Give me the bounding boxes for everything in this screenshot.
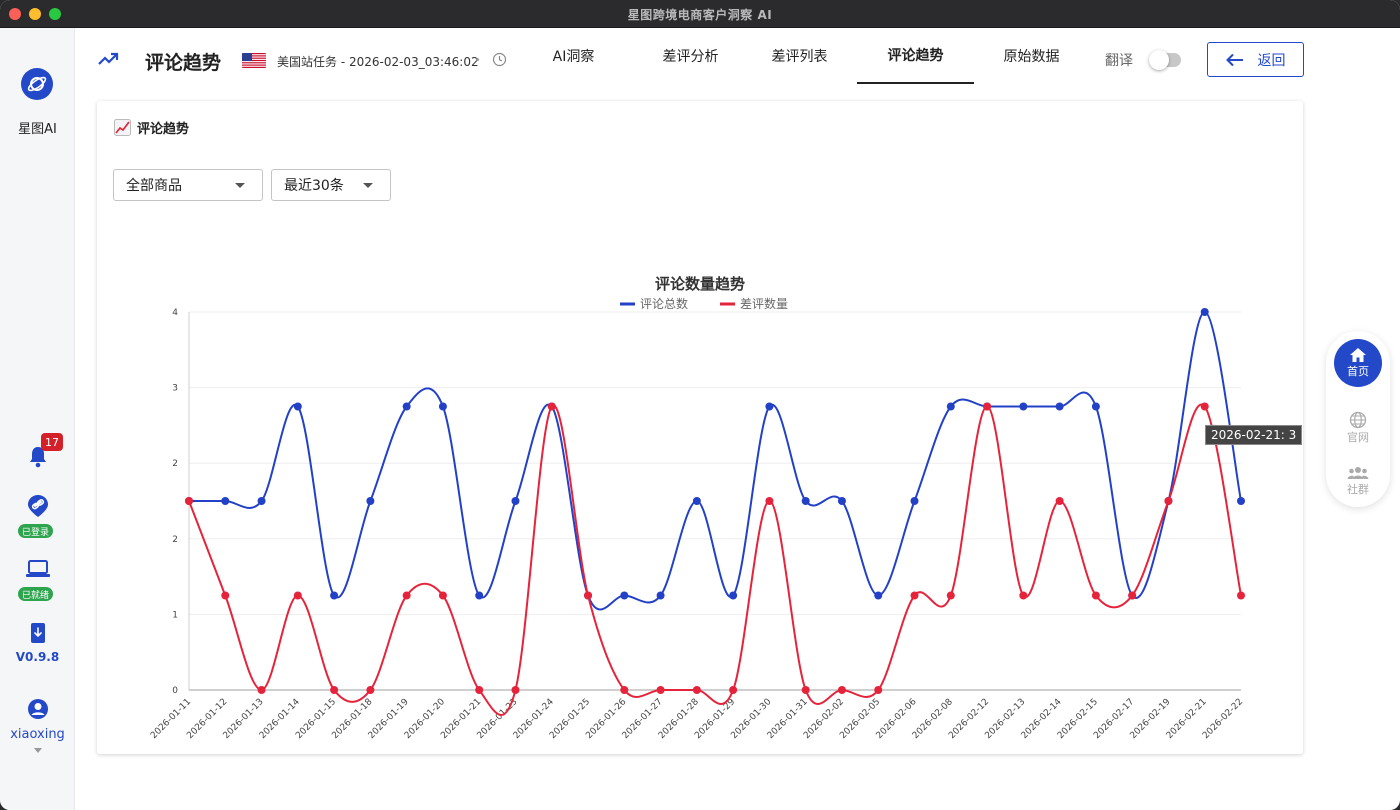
legend-label: 差评数量 xyxy=(740,296,788,311)
data-point-0 xyxy=(910,497,919,505)
chart-tooltip: 2026-02-21: 3 xyxy=(1205,425,1303,445)
data-point-1 xyxy=(293,591,302,600)
community-icon xyxy=(1347,467,1369,479)
home-icon xyxy=(1350,348,1366,362)
data-point-1 xyxy=(1164,497,1173,505)
data-point-0 xyxy=(402,402,411,411)
data-point-0 xyxy=(946,402,955,411)
data-point-1 xyxy=(511,686,520,694)
data-point-0 xyxy=(874,591,883,600)
data-point-1 xyxy=(221,591,230,600)
series-line-1 xyxy=(188,403,1242,716)
data-point-1 xyxy=(656,686,665,694)
data-point-1 xyxy=(983,402,992,411)
chart-title: 评论数量趋势 xyxy=(655,275,745,293)
data-point-1 xyxy=(692,686,701,694)
y-tick-label: 4 xyxy=(172,308,178,318)
data-point-0 xyxy=(1091,402,1100,411)
data-point-1 xyxy=(946,591,955,600)
data-point-0 xyxy=(257,497,266,505)
data-point-0 xyxy=(1200,308,1209,316)
data-point-1 xyxy=(330,686,339,694)
data-point-0 xyxy=(1019,402,1028,411)
data-point-0 xyxy=(438,402,447,411)
data-point-1 xyxy=(584,591,593,600)
data-point-0 xyxy=(801,497,810,505)
community-button[interactable]: 社群 xyxy=(1326,465,1390,497)
app-window: 星图跨境电商客户洞察 AI 星图AI 17 已登录 已就绪 V0.9.8 xia… xyxy=(0,0,1400,810)
data-point-0 xyxy=(729,591,738,600)
home-button[interactable]: 首页 xyxy=(1334,339,1382,387)
data-point-1 xyxy=(874,686,883,694)
data-point-1 xyxy=(366,686,375,694)
data-point-1 xyxy=(837,686,846,694)
y-tick-label: 0 xyxy=(172,686,178,696)
data-point-1 xyxy=(765,497,774,505)
data-point-1 xyxy=(547,402,556,411)
community-label: 社群 xyxy=(1347,483,1369,496)
data-point-0 xyxy=(765,402,774,411)
data-point-0 xyxy=(656,591,665,600)
data-point-1 xyxy=(801,686,810,694)
review-trend-chart: 评论数量趋势评论总数 差评数量0122342026-01-112026-01-12… xyxy=(149,275,1245,741)
data-point-0 xyxy=(366,497,375,505)
data-point-0 xyxy=(293,402,302,411)
data-point-0 xyxy=(837,497,846,505)
data-point-1 xyxy=(1128,591,1137,600)
data-point-1 xyxy=(438,591,447,600)
data-point-0 xyxy=(475,591,484,600)
official-site-button[interactable]: 官网 xyxy=(1326,411,1390,445)
data-point-1 xyxy=(402,591,411,600)
data-point-1 xyxy=(1055,497,1064,505)
y-tick-label: 3 xyxy=(172,384,178,394)
data-point-0 xyxy=(221,497,230,505)
data-point-1 xyxy=(475,686,484,694)
y-tick-label: 2 xyxy=(172,535,178,545)
data-point-1 xyxy=(910,591,919,600)
data-point-1 xyxy=(1200,402,1209,411)
data-point-0 xyxy=(1237,497,1245,505)
data-point-1 xyxy=(729,686,738,694)
data-point-1 xyxy=(1091,591,1100,600)
data-point-0 xyxy=(1055,402,1064,411)
data-point-0 xyxy=(511,497,520,505)
data-point-1 xyxy=(185,497,193,505)
home-label: 首页 xyxy=(1347,365,1369,378)
data-point-0 xyxy=(692,497,701,505)
y-tick-label: 1 xyxy=(172,610,178,620)
data-point-0 xyxy=(620,591,629,600)
data-point-1 xyxy=(1019,591,1028,600)
data-point-1 xyxy=(1237,591,1245,600)
official-label: 官网 xyxy=(1347,431,1369,444)
data-point-1 xyxy=(620,686,629,694)
globe-icon xyxy=(1349,411,1367,429)
data-point-0 xyxy=(330,591,339,600)
y-tick-label: 2 xyxy=(172,459,178,469)
legend-label: 评论总数 xyxy=(640,296,688,311)
floating-nav-panel: 首页 官网 社群 xyxy=(1326,331,1390,507)
data-point-1 xyxy=(257,686,266,694)
